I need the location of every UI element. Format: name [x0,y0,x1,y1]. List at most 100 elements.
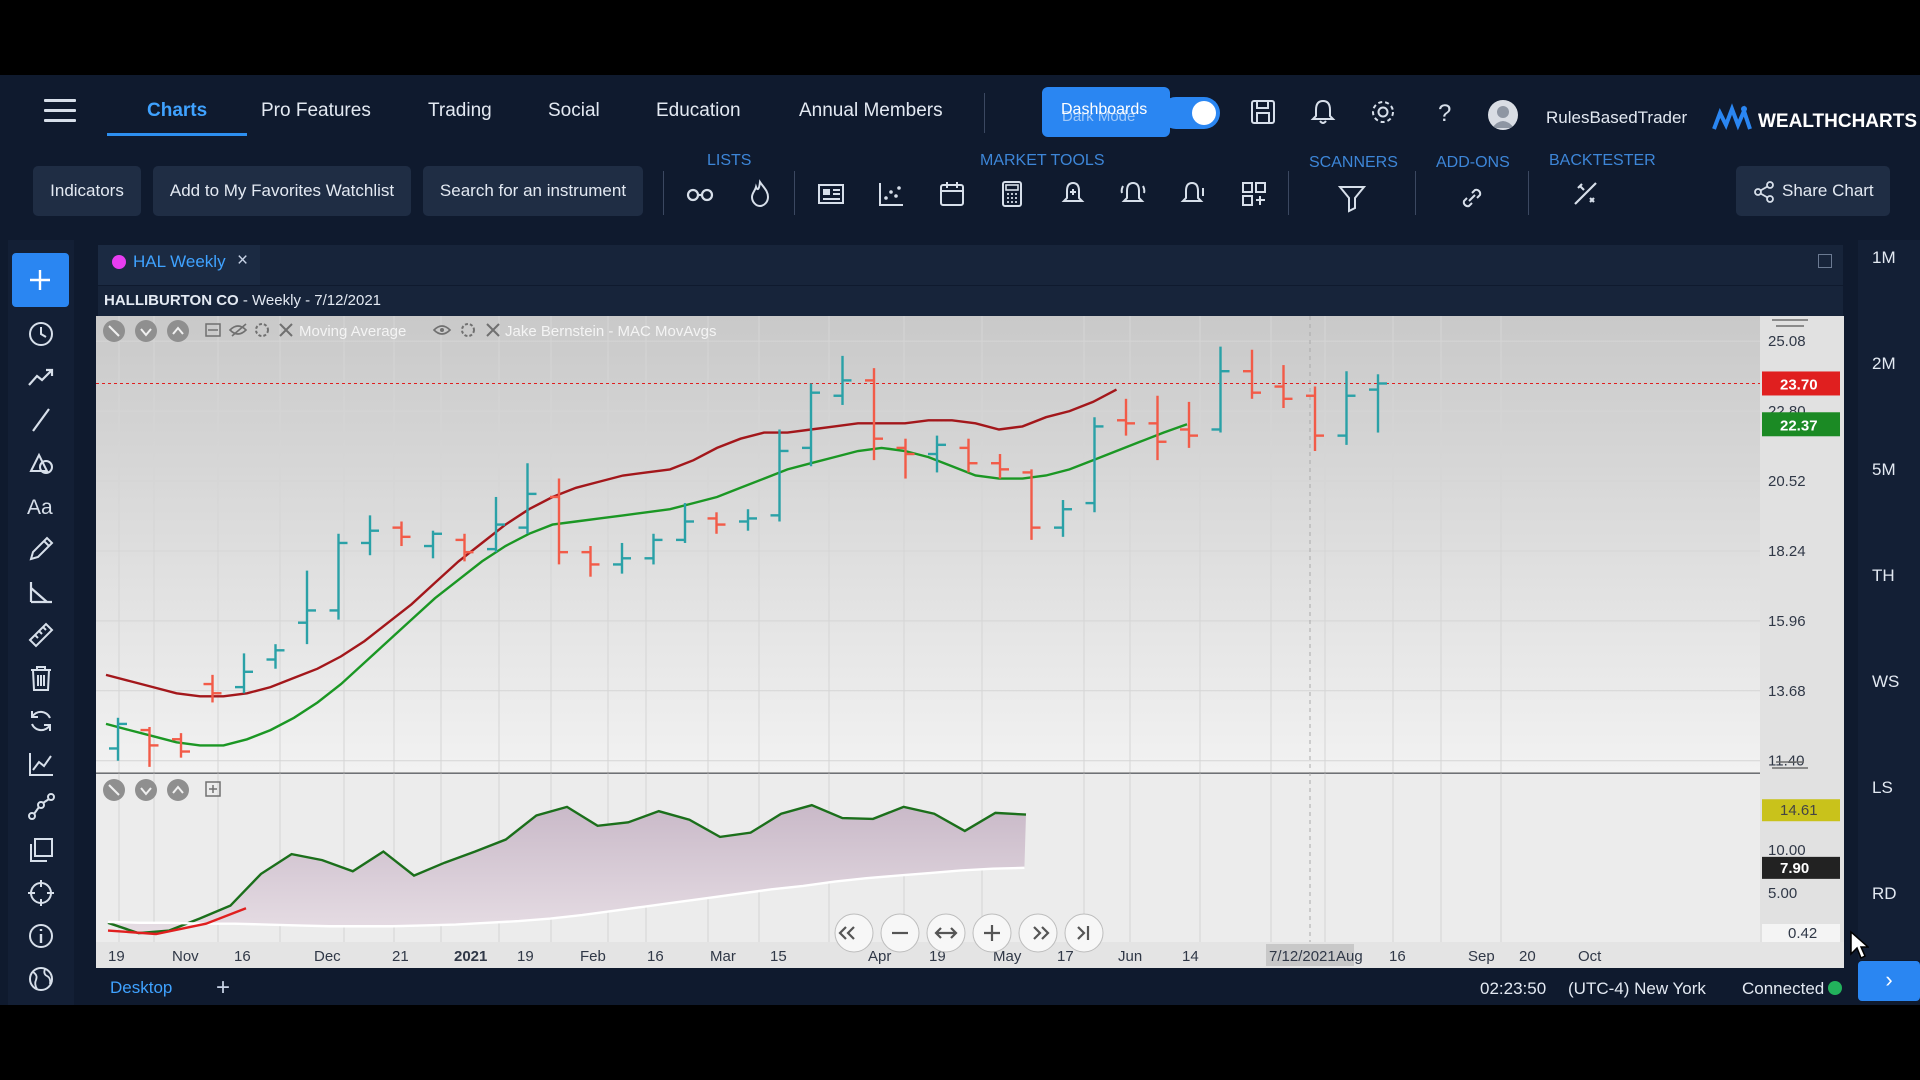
scanner-filter-icon[interactable] [1336,182,1368,214]
user-avatar[interactable] [1488,100,1518,130]
settings-gear-icon[interactable] [1368,97,1398,127]
moving-average-label: Moving Average [299,323,406,340]
plus-icon [30,270,50,290]
shapes-tool-icon[interactable] [25,447,57,479]
price-axis-label: 20.52 [1768,473,1806,490]
timeframe-5m[interactable]: 5M [1872,460,1896,480]
maximize-panel-icon[interactable] [1818,254,1832,268]
path-tool-icon[interactable] [25,791,57,823]
save-icon[interactable] [1248,97,1278,127]
time-axis-label: 16 [234,948,251,965]
jump-to-latest-icon[interactable] [1064,913,1104,953]
refresh-icon[interactable] [25,705,57,737]
backtester-icon[interactable] [1570,178,1602,210]
username[interactable]: RulesBasedTrader [1546,108,1687,128]
fit-range-icon[interactable] [926,913,966,953]
time-axis-label: Mar [710,948,736,965]
crosshair-tool-button[interactable] [12,253,69,307]
add-ons-group-label: ADD-ONS [1436,154,1510,171]
eye-pupil [440,328,444,332]
layers-icon[interactable] [25,834,57,866]
desktop-tab[interactable]: Desktop [110,978,172,998]
brand-name: WEALTHCHARTS [1758,111,1918,132]
ruler-tool-icon[interactable] [25,619,57,651]
pane-move-down-icon-bg [135,779,157,801]
instrument-search-input[interactable]: Search for an instrument [423,166,643,216]
pane-move-down-icon[interactable] [135,320,157,342]
add-alert-bell-icon[interactable] [1057,178,1089,210]
news-icon[interactable] [815,178,847,210]
nav-annual-members[interactable]: Annual Members [799,100,943,122]
pane-move-up-icon[interactable] [167,320,189,342]
dashboards-button[interactable]: Dark Mode Dashboards [1042,87,1170,137]
price-chart[interactable]: 25.0822.8020.5218.2415.9613.6811.4023.70… [96,316,1844,968]
target-crosshair-icon[interactable] [25,877,57,909]
time-axis-label: 14 [1182,948,1199,965]
time-axis-label: Sep [1468,948,1495,965]
line-chart-icon[interactable] [25,748,57,780]
add-ons-link-icon[interactable] [1456,182,1488,214]
expand-sidebar-chevron-icon[interactable]: › [1858,961,1920,1001]
trash-icon[interactable] [25,662,57,694]
globe-icon[interactable] [25,963,57,995]
market-tools-group-label: MARKET TOOLS [980,152,1105,169]
backtester-group-label: BACKTESTER [1549,152,1656,169]
calculator-icon[interactable] [996,178,1028,210]
timeframe-th[interactable]: TH [1872,566,1895,586]
timeframe-rd[interactable]: RD [1872,884,1897,904]
timeframe-1m[interactable]: 1M [1872,248,1896,268]
pencil-tool-icon[interactable] [25,533,57,565]
info-icon[interactable] [25,920,57,952]
text-tool-icon[interactable]: Aa [25,490,57,522]
timeframe-ls[interactable]: LS [1872,778,1893,798]
chart-tab-label[interactable]: HAL Weekly [133,252,226,272]
timeframe-2m[interactable]: 2M [1872,354,1896,374]
timeframe-ws[interactable]: WS [1872,672,1899,692]
clock-icon[interactable] [25,318,57,350]
pane-close-icon[interactable] [103,779,125,801]
scroll-right-icon[interactable] [1018,913,1058,953]
share-chart-button[interactable]: Share Chart [1736,166,1890,216]
clock-time: 02:23:50 [1480,979,1547,998]
scatter-chart-icon[interactable] [875,178,907,210]
add-to-favorites-button[interactable]: Add to My Favorites Watchlist [153,166,411,216]
add-desktop-button[interactable]: + [216,974,230,1002]
nav-pro-features[interactable]: Pro Features [261,100,371,122]
alarm-bell-icon[interactable] [1117,178,1149,210]
trendline-tool-icon[interactable] [25,404,57,436]
time-axis-label: Aug [1336,948,1363,965]
nav-trading[interactable]: Trading [428,100,492,122]
axis-bottom-value: 0.42 [1788,925,1817,942]
toolbar-divider [1288,171,1289,215]
time-axis-label: Oct [1578,948,1602,965]
hamburger-menu-icon[interactable] [44,99,76,123]
dashboards-label: Dashboards [1061,101,1148,118]
tab-close-icon[interactable]: × [237,250,248,272]
timezone-selector[interactable]: (UTC-4) New York [1568,979,1706,999]
time-axis-label: 7/12/2021 [1269,948,1336,965]
pane-move-up-icon[interactable] [167,779,189,801]
time-axis-label: 16 [647,948,664,965]
nav-education[interactable]: Education [656,100,741,122]
trend-arrow-icon[interactable] [25,361,57,393]
pane-move-down-icon[interactable] [135,779,157,801]
nav-social[interactable]: Social [548,100,600,122]
toolbar-divider [794,171,795,215]
price-axis-label: 15.96 [1768,613,1806,630]
nav-charts[interactable]: Charts [147,100,207,122]
notifications-bell-icon[interactable] [1308,97,1338,127]
alerts-list-bell-icon[interactable] [1178,178,1210,210]
zoom-in-icon[interactable] [972,913,1012,953]
hot-list-flame-icon[interactable] [744,178,776,210]
time-axis-label: 15 [770,948,787,965]
pane-close-icon[interactable] [103,320,125,342]
heatmap-grid-icon[interactable] [1238,178,1270,210]
scroll-far-left-icon[interactable] [834,913,874,953]
watchlist-glasses-icon[interactable] [684,178,716,210]
angle-tool-icon[interactable] [25,576,57,608]
help-icon[interactable]: ? [1430,97,1460,127]
calendar-icon[interactable] [936,178,968,210]
zoom-out-icon[interactable] [880,913,920,953]
indicators-button[interactable]: Indicators [33,166,141,216]
dark-mode-toggle[interactable] [1160,97,1220,129]
